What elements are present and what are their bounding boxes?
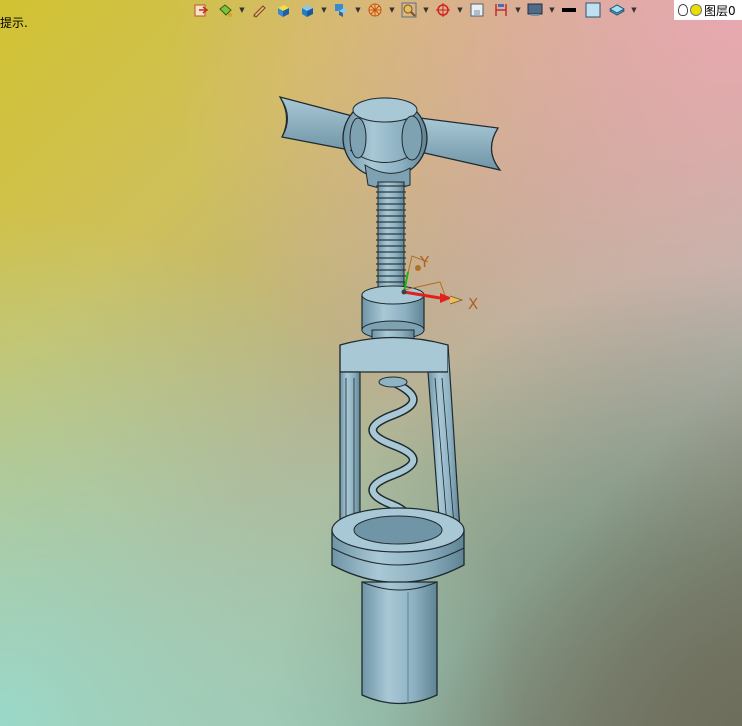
crosshair-dropdown-icon[interactable]: ▼ [456,6,464,14]
view-cube-icon[interactable] [296,1,318,19]
paint-bucket-icon[interactable] [214,1,236,19]
base-ring [331,507,465,584]
view-orientation-icon[interactable] [330,1,352,19]
layer-visibility-icon[interactable] [690,4,702,16]
dimension-icon[interactable] [490,1,512,19]
layer-name: 图层0 [704,3,736,18]
display-mode-dropdown-icon[interactable]: ▼ [548,6,556,14]
pen-icon[interactable] [248,1,270,19]
display-mode-icon[interactable] [524,1,546,19]
view-orientation-dropdown-icon[interactable]: ▼ [354,6,362,14]
x-axis-label: X [468,295,478,313]
zoom-frame-icon[interactable] [398,1,420,19]
bottom-sleeve [361,581,438,705]
threaded-shaft [376,181,406,291]
line-color-icon[interactable] [558,1,580,19]
open-file-icon[interactable] [190,1,212,19]
zoom-frame-dropdown-icon[interactable]: ▼ [422,6,430,14]
crosshair-icon[interactable] [432,1,454,19]
layers-dropdown-icon[interactable]: ▼ [630,6,638,14]
render-mode-icon[interactable] [364,1,386,19]
layers-icon[interactable] [606,1,628,19]
y-axis-label: Y [419,253,430,271]
prompt-hint: 提示. [0,16,28,30]
fill-color-icon[interactable] [582,1,604,19]
shaded-box-icon[interactable] [272,1,294,19]
view-toolbar: ▼ ▼ ▼ ▼ ▼ ▼ ▼ ▼ ▼ [190,0,742,20]
handle-hub [342,97,428,189]
corkscrew-model[interactable]: X Y [0,0,742,726]
layer-selector[interactable]: 图层0 [674,0,742,20]
paint-bucket-dropdown-icon[interactable]: ▼ [238,6,246,14]
render-mode-dropdown-icon[interactable]: ▼ [388,6,396,14]
view-cube-dropdown-icon[interactable]: ▼ [320,6,328,14]
dimension-dropdown-icon[interactable]: ▼ [514,6,522,14]
corkscrew-frame [339,336,461,531]
section-view-icon[interactable] [466,1,488,19]
lightbulb-icon[interactable] [678,4,688,16]
handle-right-arm [419,117,502,171]
